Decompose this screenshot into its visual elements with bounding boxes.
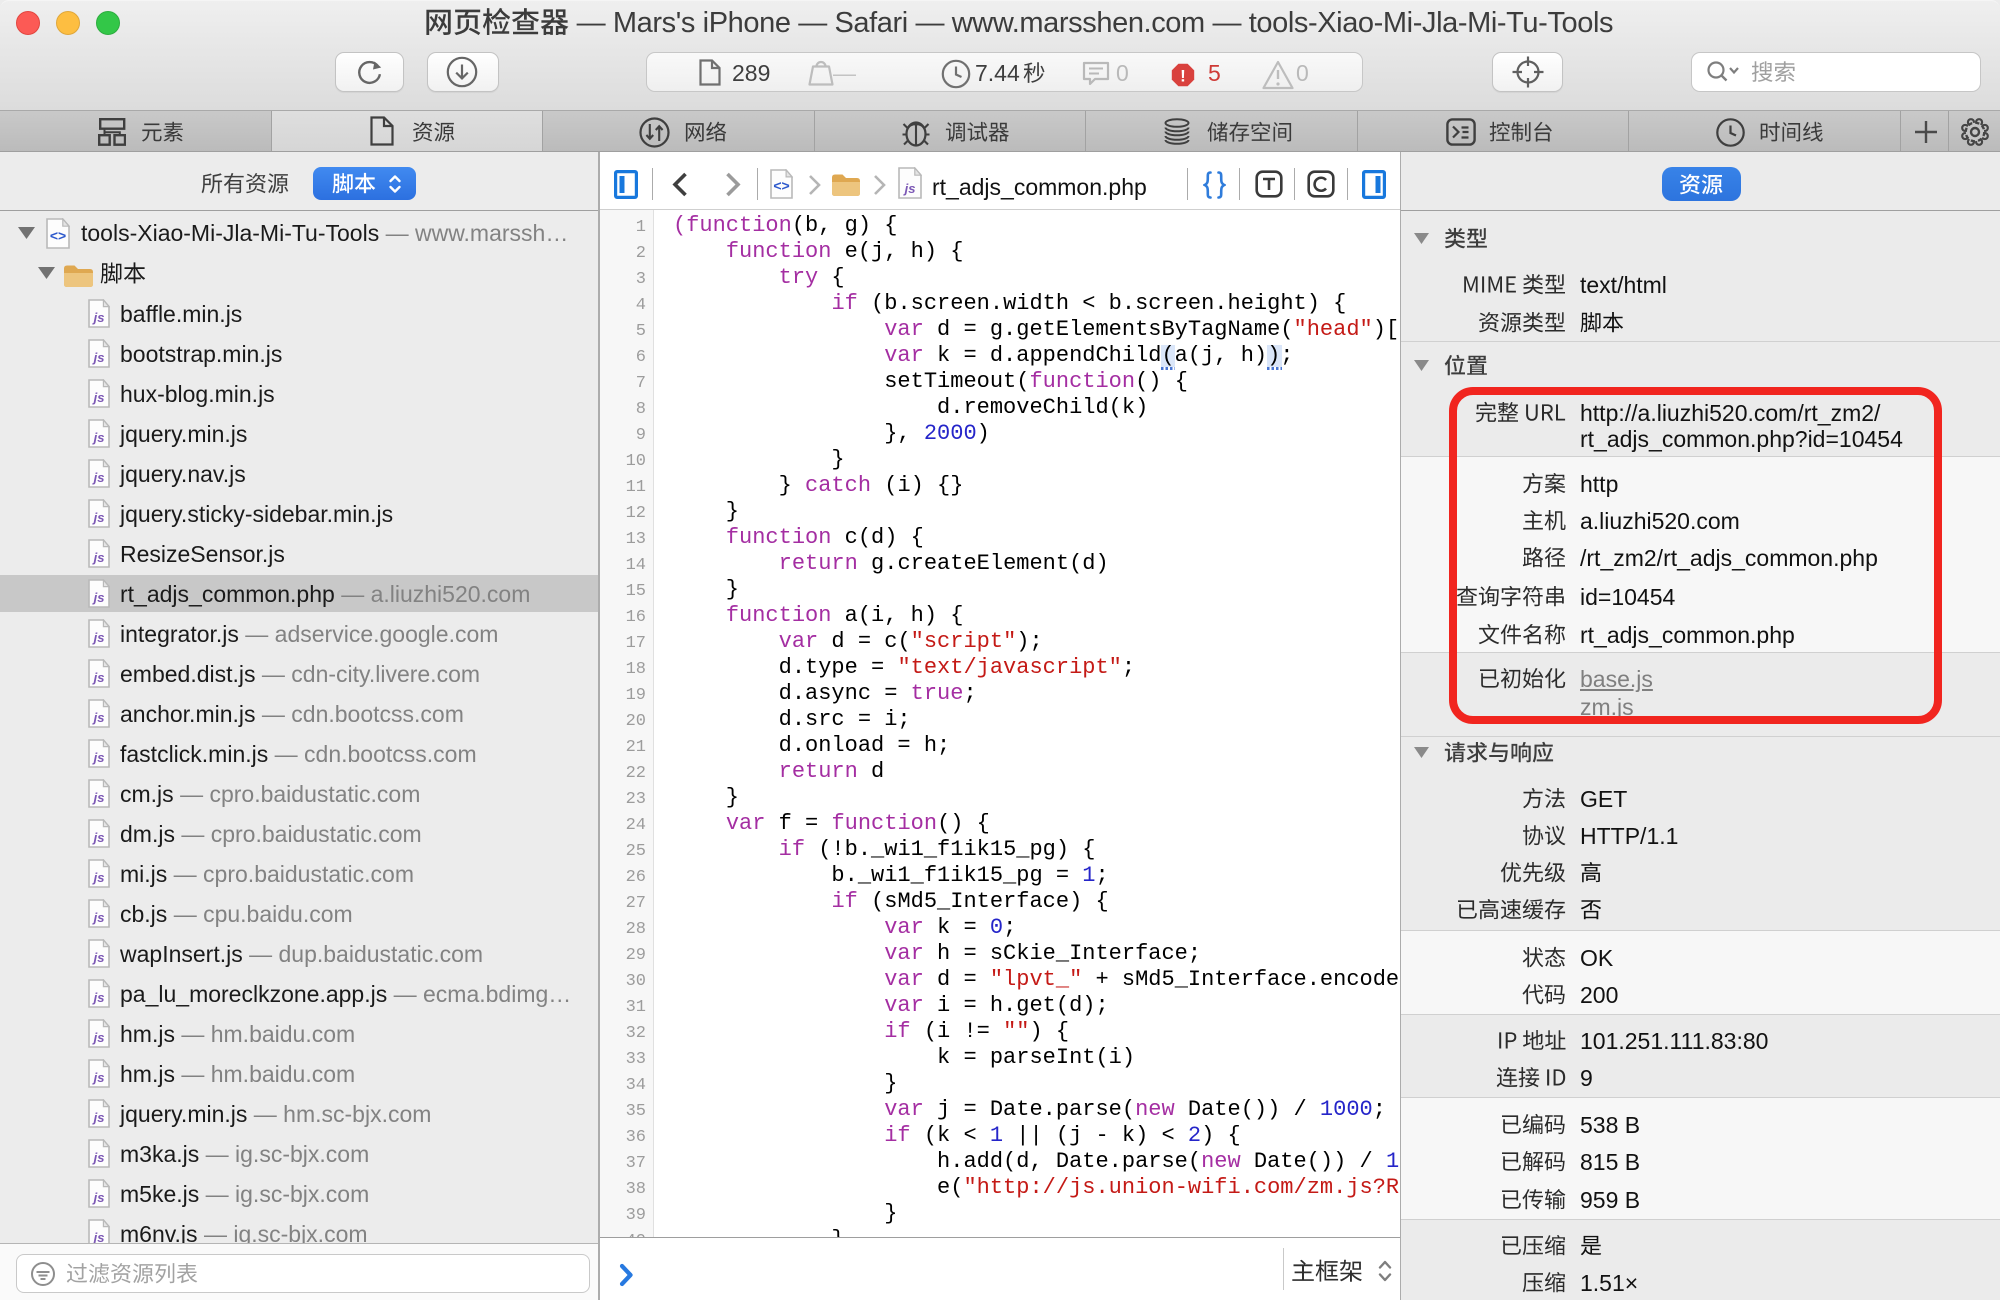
svg-text:js: js bbox=[92, 790, 105, 805]
svg-text:js: js bbox=[92, 830, 105, 845]
svg-text:js: js bbox=[92, 750, 105, 765]
svg-text:js: js bbox=[92, 1070, 105, 1085]
svg-text:js: js bbox=[92, 1030, 105, 1045]
svg-text:js: js bbox=[92, 870, 105, 885]
svg-text:js: js bbox=[92, 630, 105, 645]
svg-text:js: js bbox=[92, 710, 105, 725]
svg-text:js: js bbox=[92, 430, 105, 445]
svg-text:js: js bbox=[92, 1190, 105, 1205]
svg-text:js: js bbox=[92, 390, 105, 405]
svg-text:js: js bbox=[92, 550, 105, 565]
svg-text:!: ! bbox=[1180, 67, 1186, 86]
svg-text:js: js bbox=[92, 590, 105, 605]
svg-text:<>: <> bbox=[50, 227, 66, 243]
svg-text:<>: <> bbox=[773, 178, 789, 194]
svg-text:js: js bbox=[92, 350, 105, 365]
svg-text:js: js bbox=[92, 670, 105, 685]
svg-text:js: js bbox=[92, 1110, 105, 1125]
svg-text:js: js bbox=[92, 1150, 105, 1165]
svg-text:js: js bbox=[92, 910, 105, 925]
svg-text:js: js bbox=[92, 990, 105, 1005]
svg-text:js: js bbox=[92, 510, 105, 525]
svg-text:js: js bbox=[92, 950, 105, 965]
svg-text:js: js bbox=[92, 470, 105, 485]
svg-text:js: js bbox=[903, 181, 916, 196]
svg-text:js: js bbox=[92, 310, 105, 325]
